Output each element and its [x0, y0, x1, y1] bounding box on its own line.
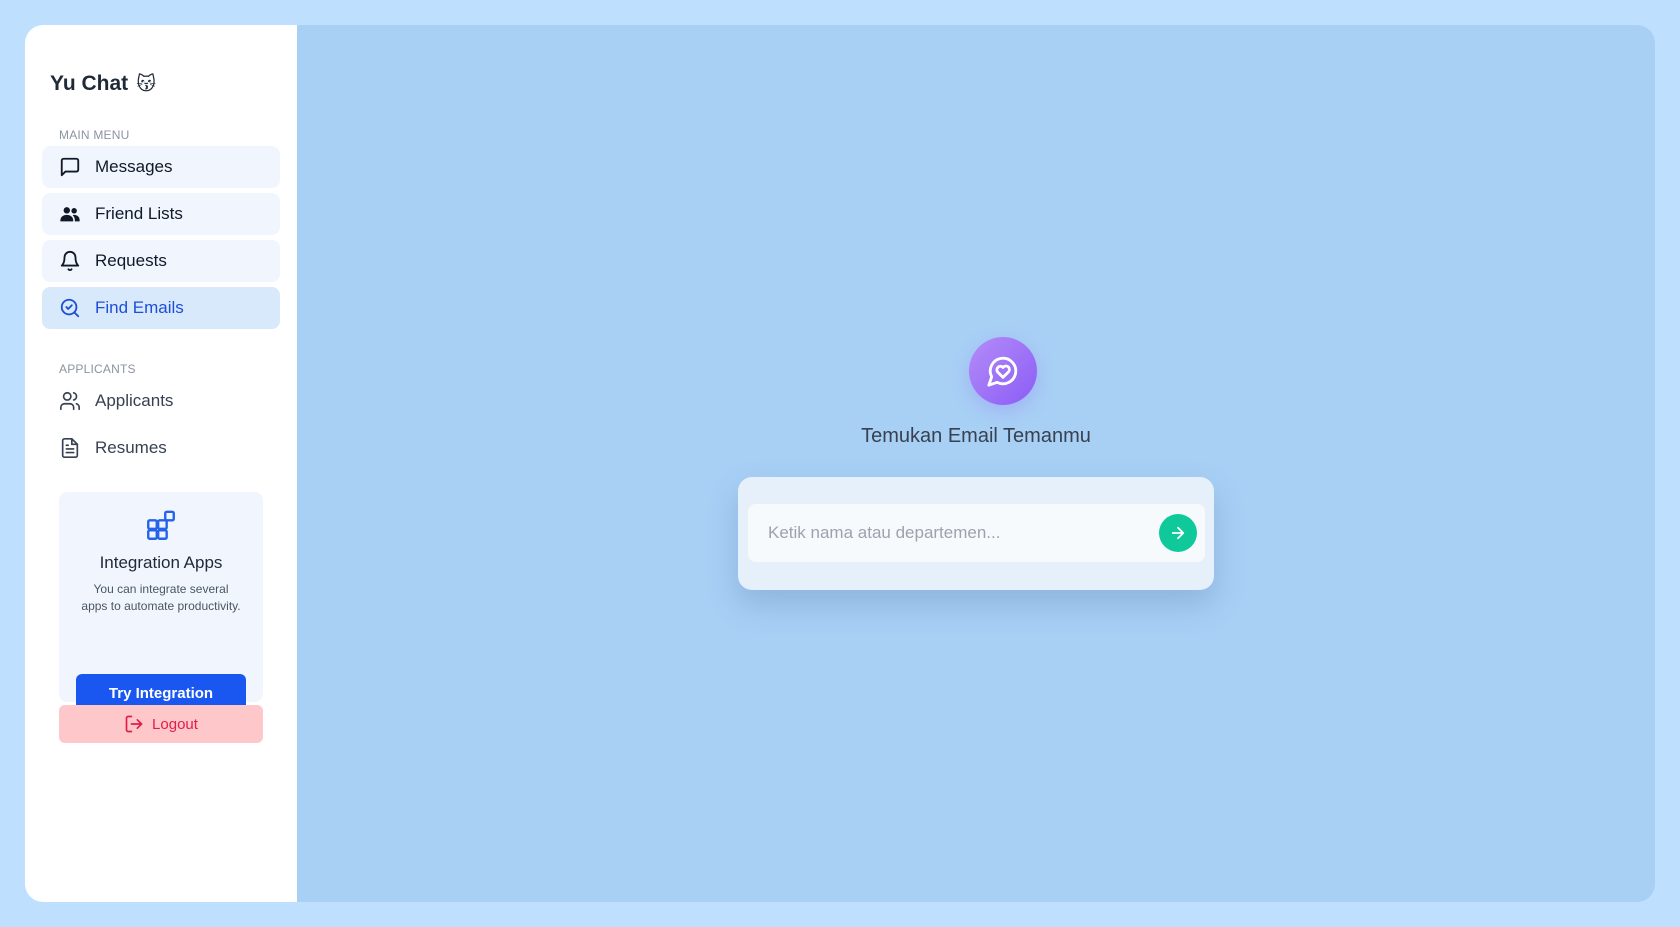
sidebar-item-label: Friend Lists — [95, 204, 183, 223]
search-submit-button[interactable] — [1159, 514, 1197, 552]
sidebar: Yu Chat 😽 MAIN MENU Messages Friend List… — [25, 25, 297, 902]
arrow-right-icon — [1171, 526, 1185, 540]
message-square-icon — [60, 157, 80, 177]
grid-apps-icon — [147, 510, 175, 540]
search-card — [738, 477, 1214, 590]
sidebar-item-label: Requests — [95, 251, 167, 270]
app-window: Yu Chat 😽 MAIN MENU Messages Friend List… — [25, 25, 1655, 902]
logout-icon — [125, 715, 143, 733]
logout-button[interactable]: Logout — [59, 705, 263, 743]
sidebar-item-friend-lists[interactable]: Friend Lists — [42, 193, 280, 235]
sidebar-item-messages[interactable]: Messages — [42, 146, 280, 188]
brand-title: Yu Chat — [50, 72, 129, 95]
chat-heart-icon — [969, 337, 1037, 405]
brand-emoji: 😽 — [136, 73, 156, 95]
promo-description: You can integrate several apps to automa… — [81, 582, 241, 613]
section-label-main-menu: MAIN MENU — [59, 128, 130, 142]
sidebar-item-label: Applicants — [95, 391, 174, 410]
sidebar-item-label: Resumes — [95, 438, 167, 457]
document-icon — [61, 438, 79, 458]
sidebar-item-requests[interactable]: Requests — [42, 240, 280, 282]
users-icon — [60, 207, 80, 222]
sidebar-item-applicants[interactable]: Applicants — [42, 380, 280, 422]
promo-title: Integration Apps — [99, 553, 223, 572]
integration-promo-card: Integration Apps You can integrate sever… — [59, 492, 263, 712]
main-content: Temukan Email Temanmu — [297, 25, 1655, 902]
search-input[interactable] — [768, 523, 1159, 543]
search-check-icon — [60, 298, 80, 318]
sidebar-item-resumes[interactable]: Resumes — [42, 427, 280, 469]
page-title: Temukan Email Temanmu — [861, 425, 1091, 447]
sidebar-item-find-emails[interactable]: Find Emails — [42, 287, 280, 329]
users-outline-icon — [60, 391, 80, 411]
sidebar-item-label: Messages — [95, 157, 173, 176]
search-bar — [748, 504, 1205, 562]
logout-label: Logout — [152, 715, 198, 733]
sidebar-item-label: Find Emails — [95, 298, 184, 317]
brand: Yu Chat 😽 — [50, 72, 156, 96]
section-label-applicants: APPLICANTS — [59, 362, 136, 376]
bell-icon — [60, 251, 80, 272]
